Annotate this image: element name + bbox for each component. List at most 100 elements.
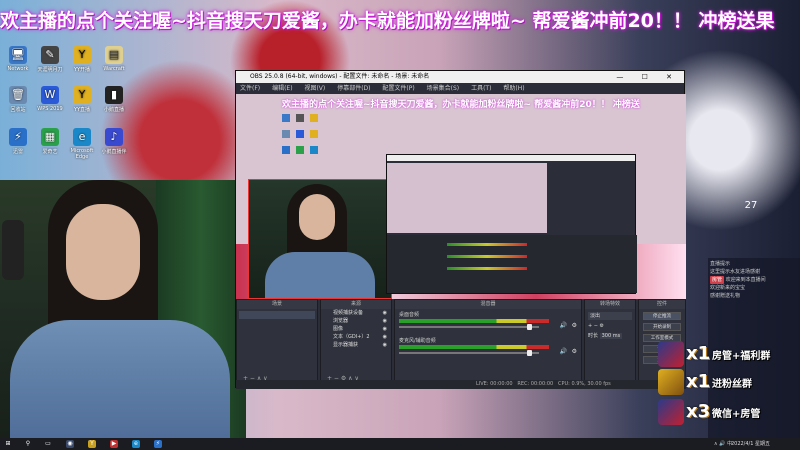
desktop-icon-label: Network: [7, 66, 29, 72]
app-icon: ▮: [105, 86, 123, 104]
desktop-icon-yy-live[interactable]: Y YY开播: [66, 46, 98, 73]
desktop-icon-recycle[interactable]: 🗑 回收站: [2, 86, 34, 113]
eye-icon[interactable]: ◉: [383, 341, 387, 349]
obs-docks: 场景 + − ∧ ∨ 来源 视频捕获设备 ◉ 浏览器 ◉ 图像 ◉ 文本（GDI+）2…: [236, 299, 686, 389]
task-view-icon[interactable]: ▭: [44, 440, 52, 448]
desktop-icon-label: 爱奇艺: [42, 149, 58, 155]
microphone: [2, 220, 24, 280]
desktop-icon-thunder[interactable]: ⚡ 迅雷: [2, 128, 34, 155]
top-banner: 欢主播的点个关注喔~抖音搜天刀爱酱，办卡就能加粉丝牌啦~ 帮爱酱冲前20！！ 冲…: [0, 0, 800, 40]
source-item[interactable]: 显示器捕获 ◉: [321, 341, 391, 349]
file-icon: ▤: [105, 46, 123, 64]
yy-icon: Y: [73, 46, 91, 64]
desktop-icon-label: 小鹅直播: [103, 107, 124, 113]
menu-edit[interactable]: 编辑(E): [272, 85, 292, 92]
desktop-icon-game[interactable]: ✎ 天涯明月刀: [34, 46, 66, 73]
menu-help[interactable]: 帮助(H): [503, 85, 524, 92]
channel-label: 麦克风/辅助音频: [399, 338, 436, 344]
slider-handle[interactable]: [527, 350, 532, 356]
obs-title: OBS 25.0.8 (64-bit, windows) - 配置文件: 未命名…: [250, 73, 430, 80]
scenes-title: 场景: [237, 300, 317, 309]
obs-taskbar-icon[interactable]: ◉: [66, 440, 74, 448]
stop-streaming-button[interactable]: 停止推流: [643, 312, 681, 320]
obs-titlebar[interactable]: OBS 25.0.8 (64-bit, windows) - 配置文件: 未命名…: [236, 71, 684, 83]
menu-profile[interactable]: 配置文件(P): [382, 85, 414, 92]
obs-preview[interactable]: 欢主播的点个关注喔~抖音搜天刀爱酱，办卡就能加粉丝牌啦~ 帮爱酱冲前20！！ 冲…: [236, 94, 686, 299]
speaker-icon[interactable]: 🔊: [560, 348, 567, 355]
wps-icon: W: [41, 86, 59, 104]
desktop-icon-label: 迅雷: [12, 149, 23, 155]
sources-dock: 来源 视频捕获设备 ◉ 浏览器 ◉ 图像 ◉ 文本（GDI+）2 ◉ 显示器捕获 ◉ + …: [320, 299, 392, 387]
chat-line: 房管 欢迎来到本直播间: [710, 276, 766, 284]
desktop-icon-network[interactable]: 🖥 Network: [2, 46, 34, 72]
recycle-bin-icon: 🗑: [9, 86, 27, 104]
yy-taskbar-icon[interactable]: Y: [88, 440, 96, 448]
desktop-icon-label: YY直播: [73, 107, 91, 113]
taskbar-clock[interactable]: 2022/4/1 星期五: [731, 439, 770, 449]
obs-menubar: 文件(F) 编辑(E) 视图(V) 停靠部件(D) 配置文件(P) 场景集合(S…: [236, 83, 684, 94]
source-item[interactable]: 视频捕获设备 ◉: [321, 309, 391, 317]
gift-count: x3: [686, 401, 711, 422]
desktop-icon-label: 小鹅直播伴: [101, 149, 127, 155]
thunder-taskbar-icon[interactable]: ⚡: [154, 440, 162, 448]
desktop-icon-edge[interactable]: e Microsoft Edge: [66, 128, 98, 160]
start-icon[interactable]: ⊞: [4, 440, 12, 448]
rec-status: REC: 00:00:00: [517, 381, 554, 387]
volume-meter: [399, 319, 549, 323]
webcam-feed: [0, 180, 246, 438]
edge-taskbar-icon[interactable]: e: [132, 440, 140, 448]
desktop-icon-label: Warcraft: [103, 66, 125, 72]
chat-line: 直播提示: [710, 261, 731, 267]
desktop-icon-penguin[interactable]: ▮ 小鹅直播: [98, 86, 130, 113]
duration-input[interactable]: 300 ms: [599, 333, 623, 339]
desktop-icon-label: 天涯明月刀: [37, 67, 63, 73]
preview-nested-obs: [386, 154, 637, 294]
menu-file[interactable]: 文件(F): [240, 85, 260, 92]
scenes-dock: 场景 + − ∧ ∨: [236, 299, 318, 387]
transition-select[interactable]: 淡出: [588, 312, 632, 320]
system-tray[interactable]: ∧ 🔊 中: [714, 439, 732, 449]
desktop-icon-iqiyi[interactable]: ▦ 爱奇艺: [34, 128, 66, 155]
chat-badge: 房管: [710, 276, 725, 284]
preview-webcam[interactable]: [248, 179, 392, 299]
source-item[interactable]: 图像 ◉: [321, 325, 391, 333]
source-item[interactable]: 浏览器 ◉: [321, 317, 391, 325]
desktop-icon-label: WPS 2019: [37, 106, 63, 112]
window-controls[interactable]: — ☐ ✕: [616, 71, 680, 83]
eye-icon[interactable]: ◉: [383, 309, 387, 317]
transitions-title: 转场特效: [585, 300, 635, 309]
gear-icon[interactable]: ⚙: [572, 348, 577, 355]
taskbar: ⊞ ⚲ ▭ ◉ Y ▶ e ⚡ ∧ 🔊 中 2022/4/1 星期五: [0, 438, 800, 450]
eye-icon[interactable]: ◉: [383, 325, 387, 333]
menu-docks[interactable]: 停靠部件(D): [337, 85, 370, 92]
source-item[interactable]: 文本（GDI+）2 ◉: [321, 333, 391, 341]
desktop-icon-label: YY开播: [73, 67, 91, 73]
transition-add-remove[interactable]: + − ⚙: [588, 323, 632, 329]
start-recording-button[interactable]: 开始录制: [643, 323, 681, 331]
menu-view[interactable]: 视图(V): [304, 85, 325, 92]
obs-statusbar: LIVE: 00:00:00 REC: 00:00:00 CPU: 0.9%, …: [236, 380, 686, 389]
eye-icon[interactable]: ◉: [383, 333, 387, 341]
desktop-icon-yy[interactable]: Y YY直播: [66, 86, 98, 113]
volume-slider[interactable]: [399, 352, 539, 354]
volume-meter: [399, 345, 549, 349]
monitor-icon: 🖥: [9, 46, 27, 64]
menu-tools[interactable]: 工具(T): [471, 85, 491, 92]
desktop-icon-warcraft[interactable]: ▤ Warcraft: [98, 46, 130, 72]
obs-window[interactable]: OBS 25.0.8 (64-bit, windows) - 配置文件: 未命名…: [235, 70, 686, 389]
cpu-status: CPU: 0.9%, 30.00 fps: [558, 381, 611, 387]
menu-scene-collection[interactable]: 场景集合(S): [427, 85, 460, 92]
gear-icon[interactable]: ⚙: [572, 322, 577, 329]
gift-row: x1 进粉丝群: [658, 369, 798, 395]
desktop-icon-wps[interactable]: W WPS 2019: [34, 86, 66, 112]
mixer-dock: 混音器 桌面音频 🔊 ⚙ 麦克风/辅助音频 🔊 ⚙: [394, 299, 582, 387]
volume-slider[interactable]: [399, 326, 539, 328]
desktop-icon-music[interactable]: ♪ 小鹅直播伴: [98, 128, 130, 155]
scene-item[interactable]: [239, 311, 315, 319]
speaker-icon[interactable]: 🔊: [560, 322, 567, 329]
pen-icon: ✎: [41, 46, 59, 64]
slider-handle[interactable]: [527, 324, 532, 330]
eye-icon[interactable]: ◉: [383, 317, 387, 325]
search-icon[interactable]: ⚲: [24, 440, 32, 448]
app-taskbar-icon[interactable]: ▶: [110, 440, 118, 448]
